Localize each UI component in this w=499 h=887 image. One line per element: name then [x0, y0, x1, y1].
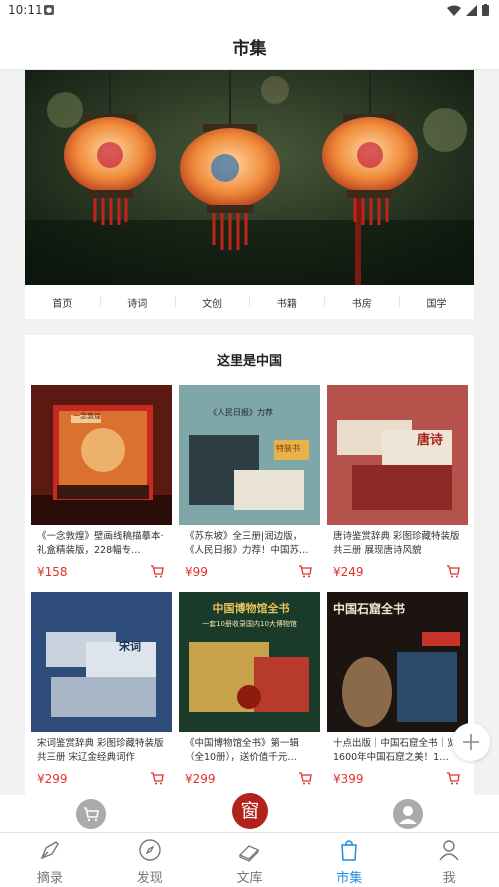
pen-nib-icon [40, 841, 59, 860]
product-image: 一念敦煌 [31, 385, 172, 525]
cart-icon[interactable] [446, 565, 460, 578]
bottom-tab-bar: 摘录 发现 文库 市集 我 [0, 832, 499, 887]
product-name: 十点出版｜中国石窟全书｜览1600年中国石窟之美！1… [333, 738, 457, 763]
cart-icon[interactable] [298, 772, 312, 785]
add-button[interactable] [452, 723, 490, 761]
cart-icon[interactable] [150, 772, 164, 785]
quick-action-bar: 窗 [0, 793, 499, 833]
product-image: 唐诗 [327, 385, 468, 525]
status-icons [447, 4, 489, 16]
plus-icon [463, 734, 479, 750]
cover-subtitle: 一套10册收录国内10大博物馆 [202, 620, 297, 628]
logo-text: 窗 [240, 800, 260, 822]
category-books[interactable]: 书籍 [249, 295, 324, 310]
product-card[interactable]: 唐诗 唐诗鉴赏辞典 彩图珍藏特装版 共三册 展现唐诗风貌 ¥249 [327, 385, 468, 585]
cart-icon[interactable] [298, 565, 312, 578]
product-card[interactable]: 中国石窟全书 十点出版｜中国石窟全书｜览1600年中国石窟之美！1… ¥399 [327, 592, 468, 792]
banner-image [25, 70, 474, 285]
product-card[interactable]: 中国博物馆全书 一套10册收录国内10大博物馆 《中国博物馆全书》第一辑（全10… [179, 592, 320, 792]
cover-title: 一念敦煌 [73, 412, 101, 420]
product-price: ¥299 [185, 772, 216, 786]
product-name: 唐诗鉴赏辞典 彩图珍藏特装版 共三册 展现唐诗风貌 [333, 531, 460, 556]
cart-icon[interactable] [150, 565, 164, 578]
product-image: 中国石窟全书 [327, 592, 468, 732]
section-title: 这里是中国 [216, 354, 282, 369]
product-price: ¥249 [333, 565, 364, 579]
battery-icon [482, 4, 489, 16]
banner-lanterns[interactable] [25, 70, 474, 285]
tab-label: 发现 [136, 871, 163, 886]
product-card[interactable]: 宋词 宋词鉴赏辞典 彩图珍藏特装版 共三册 宋辽金经典词作 ¥299 [31, 592, 172, 792]
product-name: 《中国博物馆全书》第一辑（全10册），送价值千元… [185, 738, 300, 763]
tab-label: 市集 [336, 871, 363, 886]
product-image: 《人民日报》力荐 特装书 [179, 385, 320, 525]
notification-icon: ● [44, 5, 54, 15]
books-icon [239, 845, 260, 862]
tab-library[interactable]: 文库 [200, 833, 300, 887]
cart-circle-icon[interactable] [76, 799, 106, 829]
product-price: ¥399 [333, 772, 364, 786]
tab-label: 摘录 [36, 871, 63, 886]
status-time: 10:11 [8, 3, 43, 17]
cover-banner: 《人民日报》力荐 [209, 408, 273, 417]
cover-title: 唐诗 [417, 433, 444, 448]
tab-me[interactable]: 我 [399, 833, 499, 887]
tab-label: 文库 [236, 871, 263, 886]
product-card[interactable]: 一念敦煌 《一念敦煌》壁画线稿描摹本·礼盒精装版，228幅专… ¥158 [31, 385, 172, 585]
product-price: ¥99 [185, 565, 208, 579]
title-bar: 市集 [0, 22, 499, 70]
cart-icon[interactable] [446, 772, 460, 785]
category-home[interactable]: 首页 [25, 295, 100, 310]
tab-discover[interactable]: 发现 [100, 833, 200, 887]
product-image: 宋词 [31, 592, 172, 732]
person-icon [439, 840, 459, 861]
product-price: ¥299 [37, 772, 68, 786]
product-image: 中国博物馆全书 一套10册收录国内10大博物馆 [179, 592, 320, 732]
product-name: 《一念敦煌》壁画线稿描摹本·礼盒精装版，228幅专… [37, 531, 164, 556]
tab-market[interactable]: 市集 [299, 833, 399, 887]
category-sinology[interactable]: 国学 [399, 295, 474, 310]
main-content[interactable]: 首页 诗词 文创 书籍 书房 国学 这里是中国 一念敦煌 《一念敦煌》壁画线稿描… [0, 70, 499, 832]
signal-icon [466, 4, 477, 16]
product-card[interactable]: 《人民日报》力荐 特装书 《苏东坡》全三册|润边版，《人民日报》力荐！中国苏… … [179, 385, 320, 585]
status-bar: 10:11 ● [0, 0, 499, 22]
category-creative[interactable]: 文创 [174, 295, 250, 310]
category-study[interactable]: 书房 [324, 295, 399, 310]
user-circle-icon[interactable] [393, 799, 423, 829]
cover-title: 中国博物馆全书 [212, 602, 290, 615]
tab-excerpts[interactable]: 摘录 [0, 833, 100, 887]
shopping-bag-icon [341, 840, 358, 861]
product-section: 这里是中国 一念敦煌 《一念敦煌》壁画线稿描摹本·礼盒精装版，228幅专… ¥1… [25, 335, 474, 832]
category-poetry[interactable]: 诗词 [99, 295, 175, 310]
product-price: ¥158 [37, 565, 68, 579]
product-name: 宋词鉴赏辞典 彩图珍藏特装版 共三册 宋辽金经典词作 [37, 738, 164, 763]
compass-icon [138, 839, 161, 861]
cover-badge: 特装书 [276, 444, 300, 453]
page-title: 市集 [232, 39, 267, 59]
cover-title: 中国石窟全书 [333, 602, 406, 616]
product-name: 《苏东坡》全三册|润边版，《人民日报》力荐！中国苏… [185, 531, 309, 556]
category-nav: 首页 诗词 文创 书籍 书房 国学 [25, 285, 474, 319]
tab-label: 我 [442, 871, 456, 886]
wifi-icon [447, 5, 461, 16]
cover-title: 宋词 [119, 640, 141, 653]
logo-button[interactable]: 窗 [232, 793, 268, 829]
